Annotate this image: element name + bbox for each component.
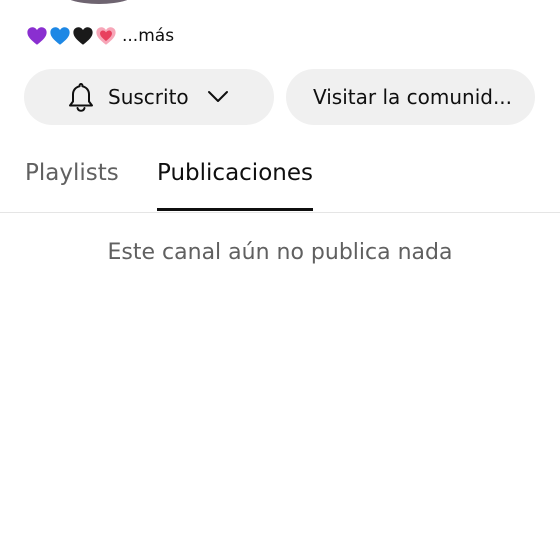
subscribed-button[interactable]: Suscrito (24, 69, 274, 125)
active-tab-indicator (157, 208, 313, 211)
channel-description[interactable]: ...más (26, 22, 174, 50)
purple-heart-icon (27, 27, 47, 45)
more-link[interactable]: ...más (122, 26, 174, 46)
chevron-down-icon (207, 91, 228, 102)
subscribed-label: Suscrito (108, 85, 189, 109)
channel-page: ...más Suscrito Visitar la comunid... Pl… (0, 0, 560, 560)
tab-posts[interactable]: Publicaciones (157, 160, 313, 186)
growing-heart-icon (96, 27, 116, 45)
bell-icon (69, 83, 93, 112)
black-heart-icon (73, 27, 93, 45)
blue-heart-icon (50, 27, 70, 45)
visit-community-button[interactable]: Visitar la comunid... (286, 69, 535, 125)
tab-playlists[interactable]: Playlists (25, 160, 119, 186)
visit-community-label: Visitar la comunid... (313, 85, 513, 109)
empty-state-message: Este canal aún no publica nada (107, 240, 453, 265)
channel-avatar[interactable] (60, 0, 138, 4)
channel-tabs: Playlists Publicaciones (0, 150, 560, 213)
